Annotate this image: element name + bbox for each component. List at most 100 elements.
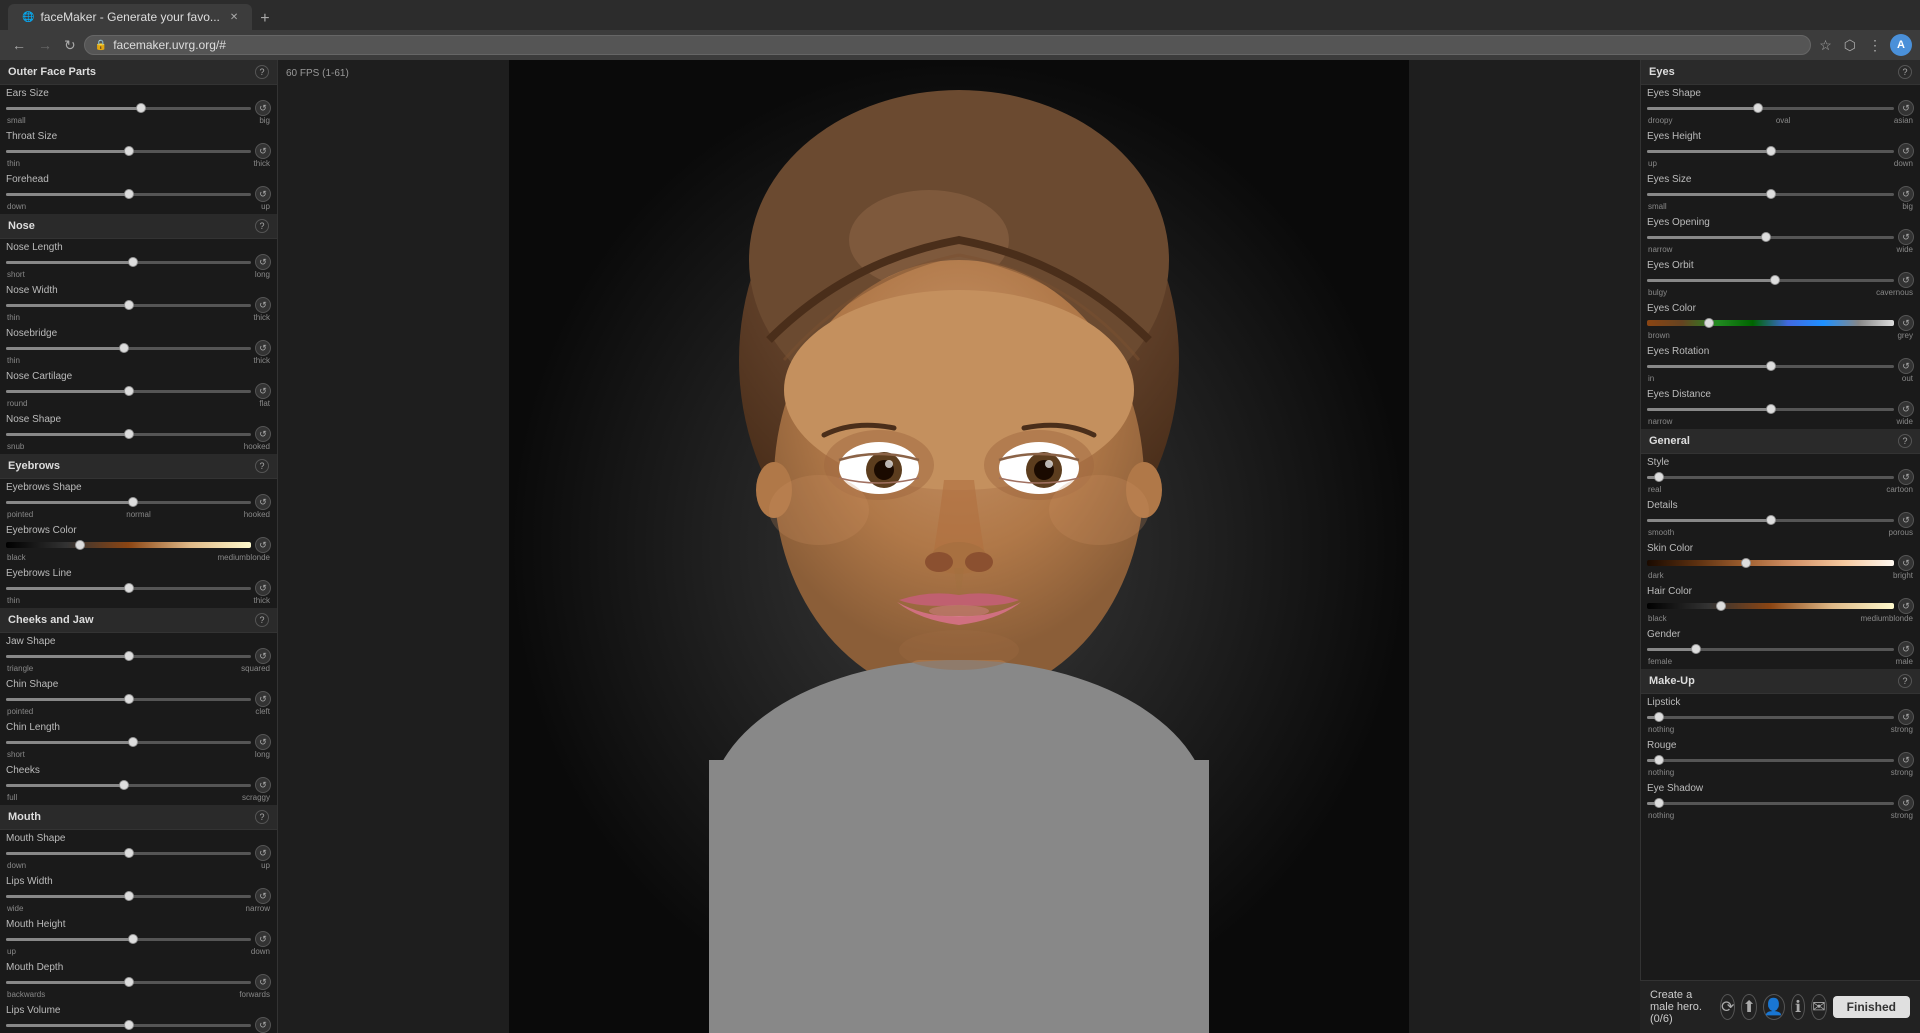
rouge-reset[interactable]: ↺	[1898, 752, 1914, 768]
skin-color-reset[interactable]: ↺	[1898, 555, 1914, 571]
lipstick-control: Lipstick ↺ nothingstrong	[1641, 694, 1920, 737]
face-3d-view	[278, 60, 1640, 1033]
eyes-rotation-track[interactable]	[1647, 358, 1894, 374]
eyes-size-reset[interactable]: ↺	[1898, 186, 1914, 202]
eyes-opening-track[interactable]	[1647, 229, 1894, 245]
hair-color-reset[interactable]: ↺	[1898, 598, 1914, 614]
jaw-shape-reset[interactable]: ↺	[255, 648, 271, 664]
eyes-help-btn[interactable]: ?	[1898, 65, 1912, 79]
nose-length-track[interactable]	[6, 254, 251, 270]
chin-shape-track[interactable]	[6, 691, 251, 707]
chin-length-reset[interactable]: ↺	[255, 734, 271, 750]
throat-size-reset[interactable]: ↺	[255, 143, 271, 159]
forehead-track[interactable]	[6, 186, 251, 202]
gender-reset[interactable]: ↺	[1898, 641, 1914, 657]
finished-button[interactable]: Finished	[1833, 996, 1910, 1018]
eyes-orbit-track[interactable]	[1647, 272, 1894, 288]
skin-color-track[interactable]	[1647, 555, 1894, 571]
gender-track[interactable]	[1647, 641, 1894, 657]
eyes-height-reset[interactable]: ↺	[1898, 143, 1914, 159]
eyebrows-line-reset[interactable]: ↺	[255, 580, 271, 596]
random-action-btn[interactable]: ⟳	[1720, 994, 1735, 1020]
details-track[interactable]	[1647, 512, 1894, 528]
url-bar[interactable]: 🔒 facemaker.uvrg.org/#	[84, 35, 1811, 55]
eyes-color-reset[interactable]: ↺	[1898, 315, 1914, 331]
extensions-button[interactable]: ⬡	[1840, 35, 1860, 56]
mouth-height-reset[interactable]: ↺	[255, 931, 271, 947]
nose-cartilage-reset[interactable]: ↺	[255, 383, 271, 399]
cheeks-reset[interactable]: ↺	[255, 777, 271, 793]
mouth-depth-track[interactable]	[6, 974, 251, 990]
lips-width-reset[interactable]: ↺	[255, 888, 271, 904]
lips-width-track[interactable]	[6, 888, 251, 904]
nose-cartilage-track[interactable]	[6, 383, 251, 399]
lipstick-reset[interactable]: ↺	[1898, 709, 1914, 725]
mouth-height-track[interactable]	[6, 931, 251, 947]
refresh-button[interactable]: ↻	[60, 35, 80, 56]
forehead-reset[interactable]: ↺	[255, 186, 271, 202]
forward-button[interactable]: →	[34, 35, 56, 55]
nose-length-reset[interactable]: ↺	[255, 254, 271, 270]
mail-action-btn[interactable]: ✉	[1811, 994, 1826, 1020]
nose-width-track[interactable]	[6, 297, 251, 313]
ears-size-track[interactable]	[6, 100, 251, 116]
nose-shape-reset[interactable]: ↺	[255, 426, 271, 442]
nosebridge-track[interactable]	[6, 340, 251, 356]
eye-shadow-reset[interactable]: ↺	[1898, 795, 1914, 811]
eyes-size-track[interactable]	[1647, 186, 1894, 202]
lips-volume-reset[interactable]: ↺	[255, 1017, 271, 1033]
ears-size-reset[interactable]: ↺	[255, 100, 271, 116]
back-button[interactable]: ←	[8, 35, 30, 55]
new-tab-button[interactable]: +	[252, 8, 277, 30]
cheeks-track[interactable]	[6, 777, 251, 793]
active-tab[interactable]: 🌐 faceMaker - Generate your favo... ✕	[8, 4, 252, 30]
eyes-orbit-reset[interactable]: ↺	[1898, 272, 1914, 288]
info-action-btn[interactable]: ℹ	[1791, 994, 1806, 1020]
eyebrows-color-reset[interactable]: ↺	[255, 537, 271, 553]
hair-color-track[interactable]	[1647, 598, 1894, 614]
share-action-btn[interactable]: ⬆	[1741, 994, 1756, 1020]
style-track[interactable]	[1647, 469, 1894, 485]
eyes-shape-track[interactable]	[1647, 100, 1894, 116]
eyes-rotation-reset[interactable]: ↺	[1898, 358, 1914, 374]
nose-help-btn[interactable]: ?	[255, 219, 269, 233]
outer-face-help-btn[interactable]: ?	[255, 65, 269, 79]
mouth-help-btn[interactable]: ?	[255, 810, 269, 824]
rouge-track[interactable]	[1647, 752, 1894, 768]
chin-length-track[interactable]	[6, 734, 251, 750]
details-reset[interactable]: ↺	[1898, 512, 1914, 528]
menu-button[interactable]: ⋮	[1864, 35, 1886, 56]
eyebrows-color-track[interactable]	[6, 537, 251, 553]
makeup-help-btn[interactable]: ?	[1898, 674, 1912, 688]
mouth-shape-track[interactable]	[6, 845, 251, 861]
chin-shape-reset[interactable]: ↺	[255, 691, 271, 707]
eyebrows-help-btn[interactable]: ?	[255, 459, 269, 473]
tab-close-btn[interactable]: ✕	[230, 12, 238, 23]
eyes-distance-reset[interactable]: ↺	[1898, 401, 1914, 417]
jaw-shape-track[interactable]	[6, 648, 251, 664]
profile-action-btn[interactable]: 👤	[1763, 994, 1785, 1020]
mouth-shape-reset[interactable]: ↺	[255, 845, 271, 861]
throat-size-track[interactable]	[6, 143, 251, 159]
style-reset[interactable]: ↺	[1898, 469, 1914, 485]
nose-shape-track[interactable]	[6, 426, 251, 442]
general-help-btn[interactable]: ?	[1898, 434, 1912, 448]
chin-shape-label: Chin Shape	[6, 679, 271, 690]
eyes-opening-reset[interactable]: ↺	[1898, 229, 1914, 245]
user-avatar[interactable]: A	[1890, 34, 1912, 56]
nosebridge-reset[interactable]: ↺	[255, 340, 271, 356]
eyes-shape-reset[interactable]: ↺	[1898, 100, 1914, 116]
star-button[interactable]: ☆	[1815, 35, 1836, 56]
eyes-distance-track[interactable]	[1647, 401, 1894, 417]
eyebrows-shape-reset[interactable]: ↺	[255, 494, 271, 510]
mouth-depth-reset[interactable]: ↺	[255, 974, 271, 990]
nose-width-reset[interactable]: ↺	[255, 297, 271, 313]
eyebrows-shape-track[interactable]	[6, 494, 251, 510]
lips-volume-track[interactable]	[6, 1017, 251, 1033]
cheeks-jaw-help-btn[interactable]: ?	[255, 613, 269, 627]
eyes-height-track[interactable]	[1647, 143, 1894, 159]
eyes-color-track[interactable]	[1647, 315, 1894, 331]
eye-shadow-track[interactable]	[1647, 795, 1894, 811]
lipstick-track[interactable]	[1647, 709, 1894, 725]
eyebrows-line-track[interactable]	[6, 580, 251, 596]
